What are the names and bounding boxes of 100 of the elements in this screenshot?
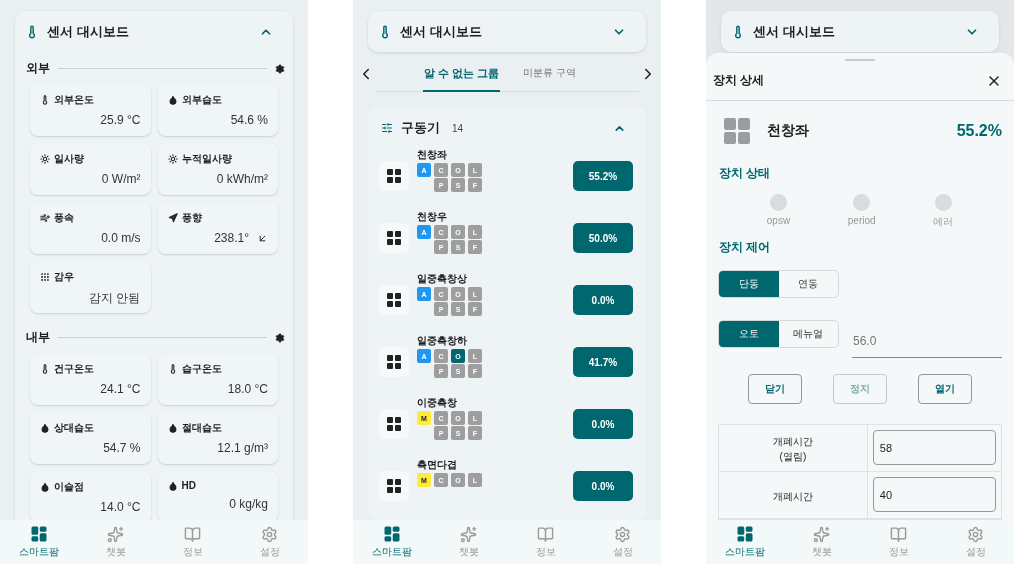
status-label: period — [847, 215, 876, 226]
sensor-label: 건구온도 — [40, 362, 141, 376]
wind-icon — [40, 213, 50, 223]
sparkles-icon — [813, 525, 830, 543]
section-title: 장치 상태 — [718, 165, 772, 182]
sensor-value: 14.0 °C — [100, 500, 141, 514]
settings-icon — [614, 525, 631, 543]
position-chip[interactable]: 41.7% — [573, 347, 633, 377]
droplet-icon — [167, 95, 178, 105]
droplet-icon — [40, 482, 50, 492]
sensor-label: 외부온도 — [40, 93, 141, 107]
sensor-label: 일사량 — [40, 152, 141, 166]
window-grid-icon — [387, 417, 401, 431]
sensor-value: 0.0 m/s — [101, 231, 141, 245]
sensor-label: 풍향 — [167, 211, 268, 225]
device-name: 일중측창하 — [417, 334, 468, 348]
group-tab[interactable]: 알 수 없는 그룹 — [423, 56, 501, 92]
settings-icon — [261, 525, 278, 543]
sensor-value: 0 kWh/m² — [216, 172, 268, 186]
window-grid-icon — [387, 293, 401, 307]
position-chip[interactable]: 50.0% — [573, 223, 633, 253]
device-name: 일중측창상 — [417, 272, 468, 286]
settings-icon — [967, 525, 984, 543]
sensor-label: 풍속 — [40, 211, 141, 225]
dashboard-header-card[interactable]: 센서 대시보드 — [721, 11, 999, 52]
setting-input[interactable]: 58 — [872, 430, 996, 465]
position-chip[interactable]: 0.0% — [573, 285, 633, 315]
device-name: 측면다겹 — [417, 458, 458, 472]
nav-tab[interactable]: 스마트팜 — [714, 525, 775, 559]
nav-tab[interactable]: 스마트팜 — [8, 525, 69, 559]
group-tab[interactable]: 미분류 구역 — [522, 56, 577, 92]
setting-label: 개폐시간 (열림) — [719, 425, 868, 471]
sensor-label: 감우 — [40, 270, 141, 284]
sun-icon — [40, 154, 50, 164]
device-name: 이중측창 — [417, 396, 458, 410]
droplet-icon — [167, 480, 178, 491]
position-chip[interactable]: 0.0% — [573, 471, 633, 501]
thermometer-icon — [40, 364, 50, 374]
section-title: 장치 제어 — [718, 239, 772, 256]
device-position: 55.2% — [956, 122, 1002, 140]
droplet-icon — [40, 423, 50, 433]
sensor-value: 54.6 % — [230, 113, 268, 127]
sliders-icon — [381, 122, 393, 134]
sensor-label: 상대습도 — [40, 421, 141, 435]
toggle-option[interactable]: 메뉴얼 — [778, 321, 838, 347]
section-title: 내부 — [26, 329, 50, 346]
thermometer-icon — [40, 95, 50, 105]
drag-handle — [845, 59, 875, 62]
sensor-label: 누적일사량 — [167, 152, 268, 166]
dashboard-icon — [735, 525, 754, 543]
group-title: 구동기 — [401, 119, 440, 137]
sensor-value: 238.1° — [214, 231, 249, 245]
sensor-label: 외부습도 — [167, 93, 268, 107]
dashboard-title: 센서 대시보드 — [753, 22, 836, 41]
sensor-value: 24.1 °C — [100, 382, 141, 396]
sheet-title: 장치 상세 — [713, 72, 765, 90]
sensor-label: HD — [167, 480, 268, 491]
device-name: 천창우 — [417, 210, 448, 224]
settings-icon[interactable] — [275, 332, 285, 343]
sparkles-icon — [460, 525, 477, 543]
device-name: 천창좌 — [767, 122, 810, 140]
dashboard-header-card[interactable]: 센서 대시보드 — [368, 11, 646, 52]
window-grid-icon — [387, 169, 401, 183]
device-name: 천창좌 — [417, 148, 448, 162]
settings-icon[interactable] — [275, 63, 285, 74]
sensor-value: 12.1 g/m³ — [217, 441, 268, 455]
group-count: 14 — [452, 122, 465, 134]
setpoint-field[interactable]: 56.0 — [852, 324, 1002, 358]
sensor-value: 감지 안됨 — [89, 290, 141, 307]
sensor-value: 0 W/m² — [101, 172, 141, 186]
setting-input[interactable]: 40 — [872, 477, 996, 512]
status-label: 에러 — [933, 215, 954, 229]
sensor-label: 습구온도 — [167, 362, 268, 376]
toggle-option[interactable]: 오토 — [719, 321, 779, 347]
section-title: 외부 — [26, 60, 50, 77]
book-icon — [537, 525, 554, 543]
sensor-label: 절대습도 — [167, 421, 268, 435]
sun-icon — [167, 154, 178, 164]
window-grid-icon — [387, 479, 401, 493]
window-grid-icon — [387, 231, 401, 245]
window-grid-icon — [387, 355, 401, 369]
sensor-value: 18.0 °C — [227, 382, 268, 396]
book-icon — [890, 525, 907, 543]
control-button[interactable]: 열기 — [918, 374, 973, 404]
book-icon — [184, 525, 201, 543]
toggle-option[interactable]: 연동 — [778, 271, 838, 297]
setting-label: 개폐시간 — [719, 472, 868, 518]
sensor-label: 이슬점 — [40, 480, 141, 494]
position-chip[interactable]: 0.0% — [573, 409, 633, 439]
status-label: opsw — [766, 215, 791, 226]
position-chip[interactable]: 55.2% — [573, 161, 633, 191]
droplet-icon — [167, 423, 178, 433]
sensor-value: 0 kg/kg — [229, 497, 268, 511]
window-grid-icon — [724, 118, 750, 144]
nav-tab[interactable]: 스마트팜 — [361, 525, 422, 559]
navigation-arrow-icon — [167, 213, 178, 223]
dashboard-icon — [29, 525, 48, 543]
toggle-option[interactable]: 단동 — [719, 271, 779, 297]
control-button[interactable]: 닫기 — [747, 374, 802, 404]
dashboard-icon — [382, 525, 401, 543]
